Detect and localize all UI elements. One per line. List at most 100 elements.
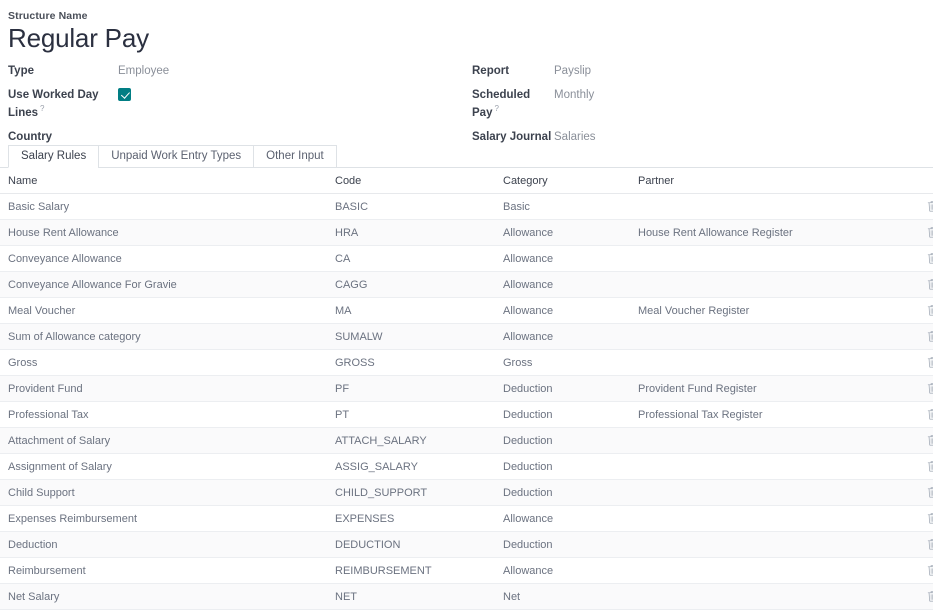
cell-category[interactable]: Allowance (503, 558, 638, 584)
table-row[interactable]: Basic SalaryBASICBasic (0, 194, 933, 220)
table-row[interactable]: Expenses ReimbursementEXPENSESAllowance (0, 506, 933, 532)
trash-icon[interactable] (926, 564, 933, 577)
cell-name[interactable]: Meal Voucher (0, 298, 335, 324)
table-row[interactable]: Conveyance AllowanceCAAllowance (0, 246, 933, 272)
cell-name[interactable]: Net Salary (0, 584, 335, 610)
cell-partner[interactable] (638, 324, 923, 350)
cell-partner[interactable] (638, 272, 923, 298)
table-row[interactable]: Sum of Allowance categorySUMALWAllowance (0, 324, 933, 350)
cell-partner[interactable]: Provident Fund Register (638, 376, 923, 402)
cell-code[interactable]: CA (335, 246, 503, 272)
cell-category[interactable]: Allowance (503, 506, 638, 532)
cell-name[interactable]: Child Support (0, 480, 335, 506)
cell-partner[interactable] (638, 480, 923, 506)
cell-code[interactable]: CAGG (335, 272, 503, 298)
cell-partner[interactable] (638, 558, 923, 584)
column-header-partner[interactable]: Partner (638, 168, 923, 194)
field-value-scheduled-pay[interactable]: Monthly (554, 87, 594, 102)
help-icon[interactable]: ? (494, 104, 498, 113)
tab-other-input[interactable]: Other Input (253, 145, 337, 168)
cell-code[interactable]: BASIC (335, 194, 503, 220)
cell-partner[interactable] (638, 584, 923, 610)
cell-category[interactable]: Allowance (503, 246, 638, 272)
trash-icon[interactable] (926, 356, 933, 369)
cell-name[interactable]: Basic Salary (0, 194, 335, 220)
field-value-report[interactable]: Payslip (554, 63, 591, 78)
cell-name[interactable]: Deduction (0, 532, 335, 558)
table-row[interactable]: Conveyance Allowance For GravieCAGGAllow… (0, 272, 933, 298)
cell-code[interactable]: REIMBURSEMENT (335, 558, 503, 584)
cell-category[interactable]: Deduction (503, 376, 638, 402)
cell-name[interactable]: Professional Tax (0, 402, 335, 428)
table-row[interactable]: DeductionDEDUCTIONDeduction (0, 532, 933, 558)
cell-code[interactable]: CHILD_SUPPORT (335, 480, 503, 506)
table-row[interactable]: House Rent AllowanceHRAAllowanceHouse Re… (0, 220, 933, 246)
cell-partner[interactable]: Meal Voucher Register (638, 298, 923, 324)
cell-name[interactable]: Expenses Reimbursement (0, 506, 335, 532)
table-row[interactable]: Assignment of SalaryASSIG_SALARYDeductio… (0, 454, 933, 480)
cell-category[interactable]: Gross (503, 350, 638, 376)
cell-name[interactable]: Gross (0, 350, 335, 376)
trash-icon[interactable] (926, 200, 933, 213)
cell-category[interactable]: Basic (503, 194, 638, 220)
cell-category[interactable]: Allowance (503, 324, 638, 350)
trash-icon[interactable] (926, 512, 933, 525)
column-header-name[interactable]: Name (0, 168, 335, 194)
cell-code[interactable]: EXPENSES (335, 506, 503, 532)
trash-icon[interactable] (926, 304, 933, 317)
table-row[interactable]: GrossGROSSGross (0, 350, 933, 376)
trash-icon[interactable] (926, 460, 933, 473)
cell-name[interactable]: Sum of Allowance category (0, 324, 335, 350)
cell-partner[interactable] (638, 194, 923, 220)
cell-partner[interactable] (638, 246, 923, 272)
trash-icon[interactable] (926, 434, 933, 447)
trash-icon[interactable] (926, 252, 933, 265)
table-row[interactable]: Attachment of SalaryATTACH_SALARYDeducti… (0, 428, 933, 454)
table-row[interactable]: Meal VoucherMAAllowanceMeal Voucher Regi… (0, 298, 933, 324)
help-icon[interactable]: ? (40, 104, 44, 113)
table-row[interactable]: Child SupportCHILD_SUPPORTDeduction (0, 480, 933, 506)
field-value-salary-journal[interactable]: Salaries (554, 129, 596, 144)
cell-code[interactable]: DEDUCTION (335, 532, 503, 558)
trash-icon[interactable] (926, 278, 933, 291)
cell-category[interactable]: Deduction (503, 428, 638, 454)
trash-icon[interactable] (926, 590, 933, 603)
cell-category[interactable]: Allowance (503, 272, 638, 298)
field-value-type[interactable]: Employee (118, 63, 169, 78)
cell-code[interactable]: HRA (335, 220, 503, 246)
tab-salary-rules[interactable]: Salary Rules (8, 145, 99, 168)
cell-partner[interactable] (638, 428, 923, 454)
cell-category[interactable]: Deduction (503, 532, 638, 558)
cell-partner[interactable]: House Rent Allowance Register (638, 220, 923, 246)
cell-category[interactable]: Deduction (503, 402, 638, 428)
cell-name[interactable]: House Rent Allowance (0, 220, 335, 246)
cell-code[interactable]: SUMALW (335, 324, 503, 350)
cell-category[interactable]: Deduction (503, 480, 638, 506)
cell-category[interactable]: Net (503, 584, 638, 610)
tab-unpaid-work-entry-types[interactable]: Unpaid Work Entry Types (98, 145, 254, 168)
cell-partner[interactable] (638, 532, 923, 558)
cell-partner[interactable] (638, 350, 923, 376)
column-header-code[interactable]: Code (335, 168, 503, 194)
cell-name[interactable]: Reimbursement (0, 558, 335, 584)
cell-code[interactable]: ASSIG_SALARY (335, 454, 503, 480)
table-row[interactable]: Provident FundPFDeductionProvident Fund … (0, 376, 933, 402)
cell-code[interactable]: PT (335, 402, 503, 428)
cell-partner[interactable] (638, 506, 923, 532)
trash-icon[interactable] (926, 408, 933, 421)
cell-name[interactable]: Conveyance Allowance For Gravie (0, 272, 335, 298)
cell-name[interactable]: Provident Fund (0, 376, 335, 402)
cell-category[interactable]: Allowance (503, 220, 638, 246)
cell-code[interactable]: MA (335, 298, 503, 324)
cell-name[interactable]: Assignment of Salary (0, 454, 335, 480)
table-row[interactable]: ReimbursementREIMBURSEMENTAllowance (0, 558, 933, 584)
cell-code[interactable]: NET (335, 584, 503, 610)
cell-code[interactable]: GROSS (335, 350, 503, 376)
table-row[interactable]: Professional TaxPTDeductionProfessional … (0, 402, 933, 428)
cell-name[interactable]: Conveyance Allowance (0, 246, 335, 272)
cell-partner[interactable] (638, 454, 923, 480)
table-row[interactable]: Net SalaryNETNet (0, 584, 933, 610)
trash-icon[interactable] (926, 382, 933, 395)
cell-category[interactable]: Deduction (503, 454, 638, 480)
checkbox-use-worked-day-lines[interactable] (118, 88, 131, 101)
